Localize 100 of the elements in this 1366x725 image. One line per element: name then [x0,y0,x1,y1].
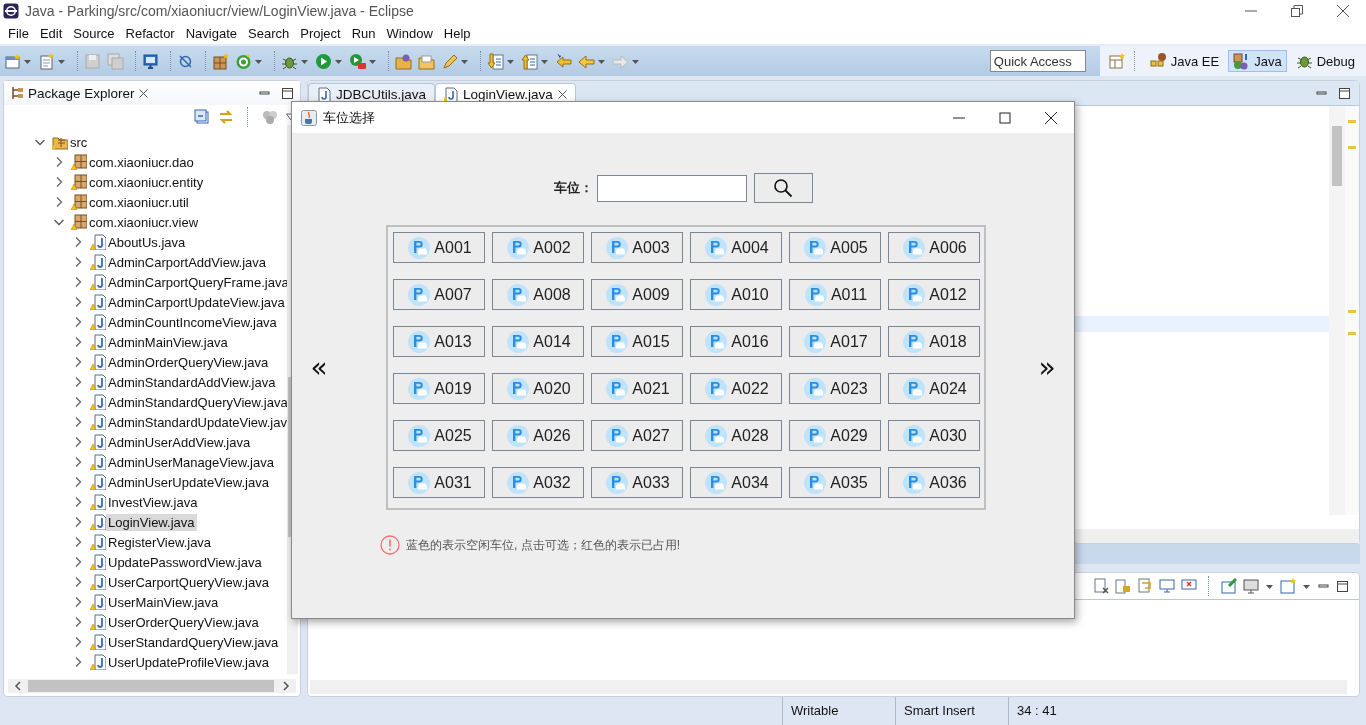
scrollbar[interactable] [1329,106,1345,515]
parking-spot-button[interactable]: A026 [492,420,584,451]
parking-spot-button[interactable]: A020 [492,373,584,404]
menu-item[interactable]: Project [296,25,348,41]
tree-item[interactable]: AdminStandardUpdateView.jav [106,413,289,431]
parking-spot-button[interactable]: A005 [789,232,881,263]
restore-icon[interactable] [1291,5,1303,17]
clear-console-icon[interactable] [1093,578,1109,594]
parking-spot-button[interactable]: A001 [393,232,485,263]
parking-spot-button[interactable]: A017 [789,326,881,357]
tree-item[interactable]: src [68,133,90,151]
tree-item[interactable]: RegisterView.java [106,533,214,551]
tree-item[interactable]: UpdatePasswordView.java [106,553,264,571]
folder-icon[interactable] [418,52,435,70]
tree-item[interactable]: UserCarportQueryView.java [106,573,271,591]
tree-item[interactable]: AdminCarportUpdateView.java [106,293,287,311]
tree-item[interactable]: AdminCarportQueryFrame.java [106,273,291,291]
parking-spot-button[interactable]: A033 [591,467,683,498]
menu-item[interactable]: Run [347,25,383,41]
new-file-icon[interactable] [38,52,55,70]
maximize-icon[interactable] [281,86,294,100]
menu-item[interactable]: Refactor [121,25,182,41]
back-arrow-icon[interactable] [578,52,595,70]
parking-spot-button[interactable]: A030 [888,420,980,451]
run-icon[interactable] [315,52,332,70]
next-page-button[interactable]: » [1025,351,1069,384]
monitor-icon[interactable] [142,52,159,70]
tree-item[interactable]: AdminOrderQueryView.java [106,353,271,371]
maximize-icon[interactable] [1336,579,1349,593]
tree-item[interactable]: com.xiaoniucr.util [87,193,191,211]
scrollbar[interactable] [310,680,1347,694]
parking-spot-button[interactable]: A035 [789,467,881,498]
perspective-button[interactable]: Java EE [1144,50,1225,72]
tree-item[interactable]: com.xiaoniucr.view [87,213,201,231]
parking-spot-button[interactable]: A018 [888,326,980,357]
tree-item[interactable]: AdminCountIncomeView.java [106,313,279,331]
tree-item[interactable]: AdminMainView.java [106,333,230,351]
tree-item[interactable]: AdminUserManageView.java [106,453,276,471]
parking-spot-button[interactable]: A024 [888,373,980,404]
previous-page-button[interactable]: « [297,351,341,384]
parking-spot-button[interactable]: A034 [690,467,782,498]
menu-item[interactable]: Source [69,25,122,41]
refresh-icon[interactable] [235,52,252,70]
close-icon[interactable] [1045,111,1057,124]
scroll-left-icon[interactable] [14,681,22,691]
next-annotation-icon[interactable] [487,52,504,70]
parking-spot-button[interactable]: A019 [393,373,485,404]
tree-item[interactable]: com.xiaoniucr.dao [87,153,196,171]
tree-item[interactable]: com.xiaoniucr.entity [87,173,206,191]
tree-item[interactable]: AdminStandardQueryView.java [106,393,290,411]
tree-item[interactable]: AdminStandardAddView.java [106,373,278,391]
close-icon[interactable] [557,90,567,99]
run-tool-icon[interactable] [349,52,366,70]
open-perspective-icon[interactable] [1107,52,1125,70]
parking-spot-button[interactable]: A031 [393,467,485,498]
parking-spot-button[interactable]: A015 [591,326,683,357]
parking-spot-button[interactable]: A013 [393,326,485,357]
parking-spot-button[interactable]: A022 [690,373,782,404]
parking-spot-button[interactable]: A021 [591,373,683,404]
tree-item[interactable]: AboutUs.java [106,233,188,251]
search-button[interactable] [753,173,813,203]
monitor-icon[interactable] [1243,578,1259,594]
tree-item[interactable]: UserMainView.java [106,593,221,611]
parking-spot-button[interactable]: A010 [690,279,782,310]
parking-spot-button[interactable]: A028 [690,420,782,451]
menu-item[interactable]: File [4,25,36,41]
maximize-icon[interactable] [1338,87,1351,100]
parking-spot-button[interactable]: A006 [888,232,980,263]
parking-spot-button[interactable]: A016 [690,326,782,357]
scroll-right-icon[interactable] [282,681,290,691]
parking-spot-button[interactable]: A036 [888,467,980,498]
parking-spot-button[interactable]: A004 [690,232,782,263]
parking-spot-button[interactable]: A025 [393,420,485,451]
new-window-icon[interactable] [4,52,21,70]
perspective-button[interactable]: Java [1228,50,1287,72]
close-icon[interactable] [138,88,148,98]
parking-spot-button[interactable]: A007 [393,279,485,310]
menu-item[interactable]: Help [439,25,478,41]
tree-item[interactable]: UserStandardQueryView.java [106,633,281,651]
parking-spot-button[interactable]: A012 [888,279,980,310]
crossed-link-icon[interactable] [177,52,194,70]
parking-spot-button[interactable]: A003 [591,232,683,263]
tree-item[interactable]: UserOrderQueryView.java [106,613,261,631]
prev-annotation-icon[interactable] [521,52,538,70]
menu-item[interactable]: Navigate [181,25,244,41]
tree-item[interactable]: AdminUserAddView.java [106,433,253,451]
close-icon[interactable] [1337,5,1349,17]
collapse-all-icon[interactable] [194,109,210,125]
parking-spot-button[interactable]: A029 [789,420,881,451]
parking-spot-button[interactable]: A014 [492,326,584,357]
filter-icon[interactable] [262,109,278,125]
parking-spot-button[interactable]: A027 [591,420,683,451]
parking-spot-button[interactable]: A009 [591,279,683,310]
tree-item[interactable]: InvestView.java [106,493,200,511]
tree-item[interactable]: AdminUserUpdateView.java [106,473,271,491]
parking-spot-button[interactable]: A032 [492,467,584,498]
menu-item[interactable]: Window [382,25,440,41]
pen-icon[interactable] [441,52,458,70]
menu-item[interactable]: Edit [35,25,70,41]
tree-item[interactable]: UserUpdateProfileView.java [106,653,271,671]
